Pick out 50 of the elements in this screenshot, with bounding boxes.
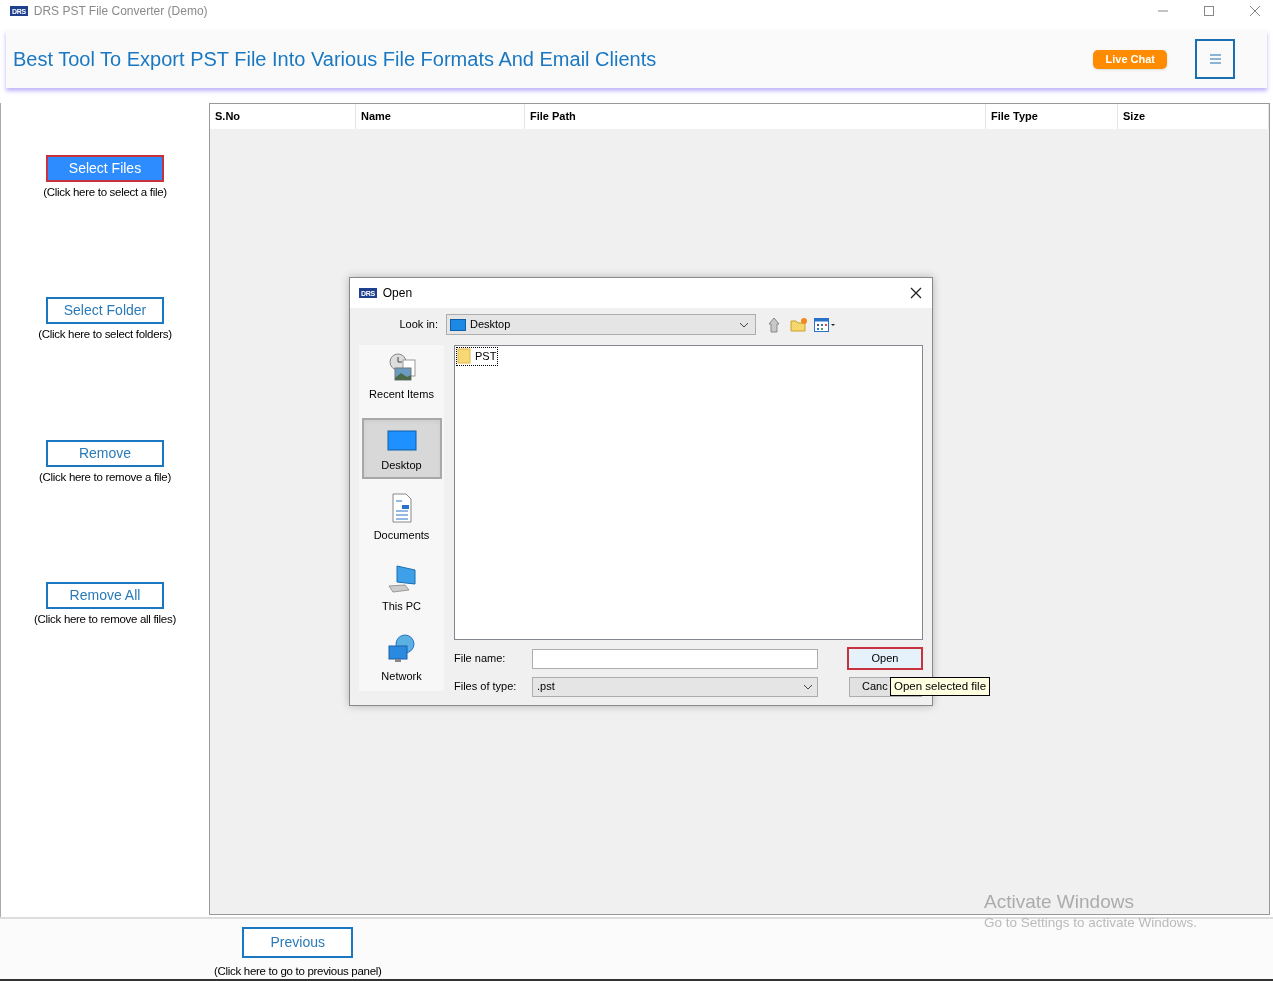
- tooltip: Open selected file: [890, 677, 991, 696]
- field-label: Files of type:: [454, 679, 518, 695]
- network-icon: [386, 634, 417, 665]
- folder-icon: [457, 348, 471, 365]
- place-item[interactable]: Network: [361, 629, 442, 691]
- action-button[interactable]: Remove: [46, 439, 164, 467]
- dialog-title: Open: [382, 285, 413, 302]
- column-header[interactable]: S.No: [210, 104, 356, 129]
- place-item[interactable]: Documents: [361, 488, 442, 550]
- monitor-icon: [450, 318, 466, 331]
- place-item[interactable]: This PC: [361, 558, 442, 621]
- field-label: File name:: [454, 651, 507, 667]
- hint-text: (Click here to go to previous panel): [214, 964, 382, 979]
- hint-text: (Click here to remove a file): [39, 469, 171, 485]
- action-button[interactable]: Remove All: [46, 581, 164, 609]
- desktop-icon: [386, 428, 417, 453]
- computer-icon: [386, 563, 417, 594]
- column-header[interactable]: Size: [1118, 104, 1269, 129]
- new-folder-button[interactable]: [790, 316, 808, 333]
- action-button[interactable]: Select Folder: [46, 297, 164, 325]
- menu-icon: [1209, 54, 1221, 64]
- window-title: DRS PST File Converter (Demo): [33, 3, 208, 20]
- close-button[interactable]: [908, 285, 924, 301]
- hint-text: (Click here to select a file): [43, 185, 167, 200]
- file-item[interactable]: PST: [456, 347, 499, 366]
- activation-notice-text: Go to Settings to activate Windows.: [984, 914, 1198, 932]
- close-icon: [1249, 5, 1261, 17]
- column-header[interactable]: File Path: [525, 104, 986, 129]
- place-item[interactable]: Recent Items: [361, 347, 442, 409]
- document-icon: [389, 493, 414, 524]
- maximize-icon: [1203, 5, 1215, 17]
- column-header[interactable]: File Type: [986, 104, 1118, 129]
- clock-document-icon: [386, 352, 417, 383]
- view-menu-button[interactable]: [814, 316, 836, 333]
- menu-button[interactable]: [1195, 39, 1235, 79]
- file-name-field[interactable]: [532, 648, 818, 669]
- maximize-button[interactable]: [1201, 3, 1217, 19]
- look-in-dropdown[interactable]: Desktop: [446, 314, 756, 335]
- chevron-down-icon: [739, 321, 749, 328]
- activation-notice-title: Activate Windows: [984, 890, 1134, 914]
- headline: Best Tool To Export PST File Into Various File Formats And Email Clients: [13, 47, 657, 72]
- hint-text: (Click here to select folders): [38, 327, 172, 343]
- file-type-dropdown[interactable]: .pst: [532, 676, 818, 697]
- chevron-down-icon: [803, 683, 813, 690]
- column-header[interactable]: Name: [356, 104, 525, 129]
- hint-text: (Click here to remove all files): [34, 611, 176, 627]
- field-label: Look in:: [398, 317, 439, 333]
- open-button[interactable]: Open: [847, 647, 923, 670]
- previous-button[interactable]: Previous: [242, 927, 354, 958]
- place-item[interactable]: Desktop: [361, 417, 442, 480]
